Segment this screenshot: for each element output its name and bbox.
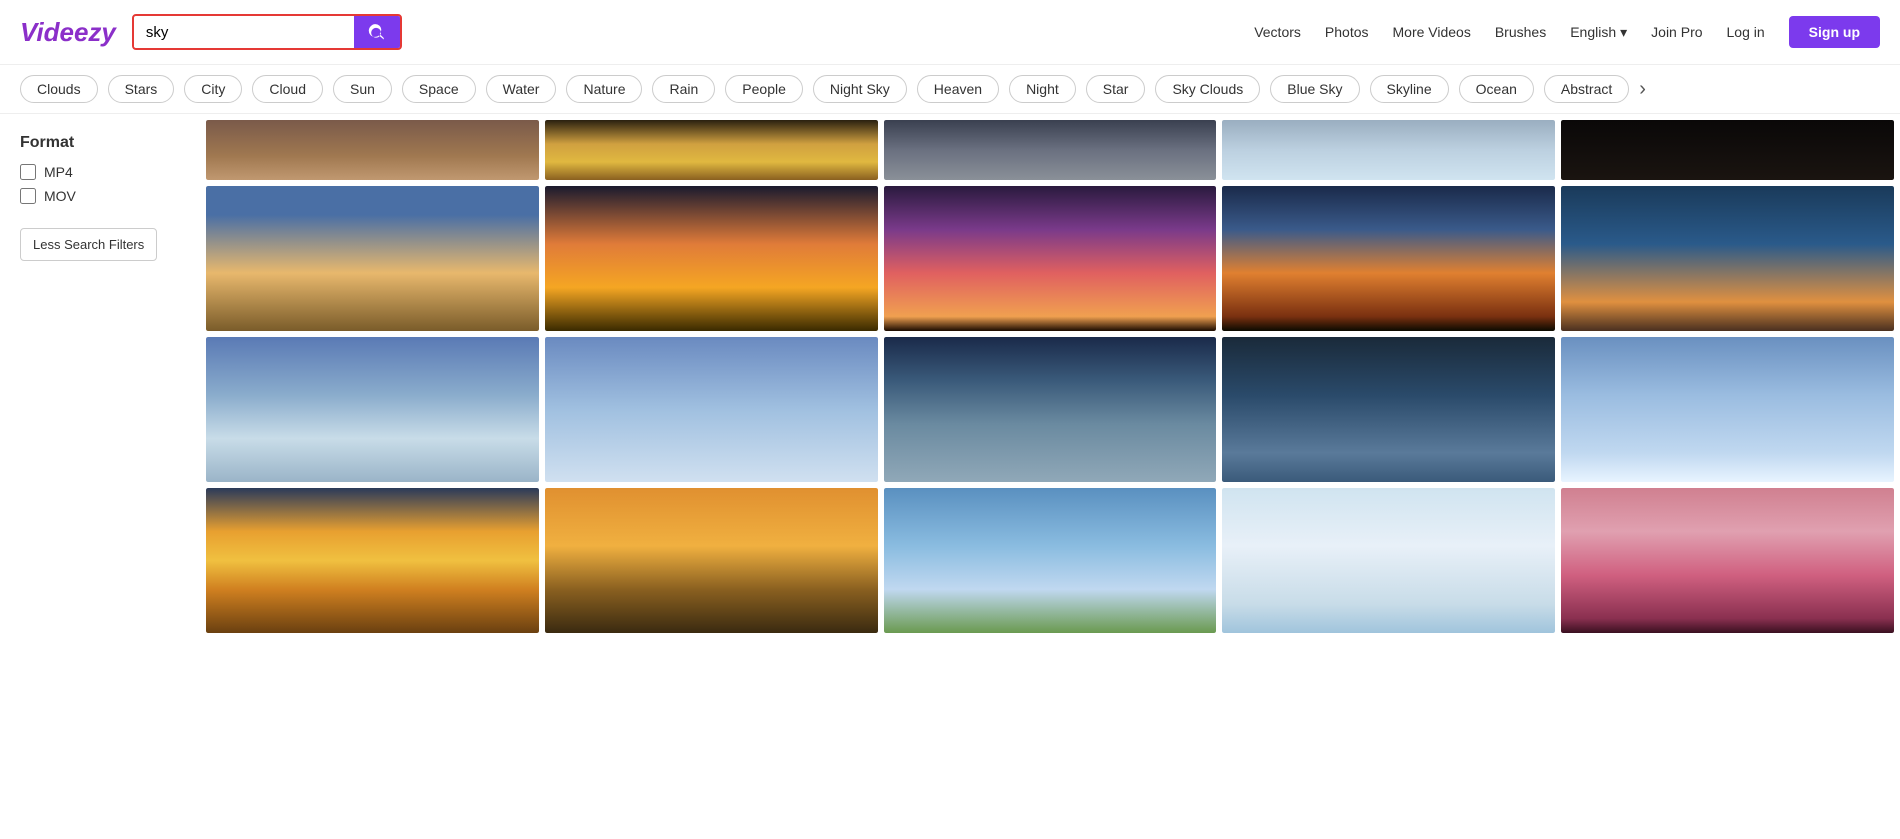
header: Videezy Vectors Photos More Videos Brush… bbox=[0, 0, 1900, 65]
tag-abstract[interactable]: Abstract bbox=[1544, 75, 1629, 103]
format-mp4-row[interactable]: MP4 bbox=[20, 164, 180, 180]
grid-item[interactable] bbox=[545, 488, 878, 633]
tag-space[interactable]: Space bbox=[402, 75, 476, 103]
grid-item[interactable] bbox=[1222, 488, 1555, 633]
grid-item[interactable] bbox=[1561, 488, 1894, 633]
format-mov-checkbox[interactable] bbox=[20, 188, 36, 204]
join-pro-button[interactable]: Join Pro bbox=[1651, 24, 1702, 40]
grid-item[interactable] bbox=[1561, 120, 1894, 180]
video-grid bbox=[200, 114, 1900, 639]
grid-item[interactable] bbox=[884, 337, 1217, 482]
tag-sun[interactable]: Sun bbox=[333, 75, 392, 103]
grid-item[interactable] bbox=[206, 488, 539, 633]
tag-ocean[interactable]: Ocean bbox=[1459, 75, 1534, 103]
grid-item[interactable] bbox=[884, 120, 1217, 180]
grid-item[interactable] bbox=[545, 120, 878, 180]
search-button[interactable] bbox=[354, 16, 400, 48]
grid-item[interactable] bbox=[206, 337, 539, 482]
format-mov-label: MOV bbox=[44, 188, 76, 204]
chevron-down-icon: ▾ bbox=[1620, 24, 1627, 41]
nav-vectors[interactable]: Vectors bbox=[1254, 24, 1301, 40]
tag-water[interactable]: Water bbox=[486, 75, 557, 103]
language-label: English bbox=[1570, 24, 1616, 40]
log-in-button[interactable]: Log in bbox=[1727, 24, 1765, 40]
grid-item[interactable] bbox=[545, 186, 878, 331]
nav-brushes[interactable]: Brushes bbox=[1495, 24, 1546, 40]
less-filters-button[interactable]: Less Search Filters bbox=[20, 228, 157, 261]
nav-photos[interactable]: Photos bbox=[1325, 24, 1369, 40]
format-mov-row[interactable]: MOV bbox=[20, 188, 180, 204]
grid-item[interactable] bbox=[884, 488, 1217, 633]
format-title: Format bbox=[20, 134, 180, 152]
grid-item[interactable] bbox=[206, 186, 539, 331]
grid-item[interactable] bbox=[1222, 337, 1555, 482]
grid-item[interactable] bbox=[206, 120, 539, 180]
tag-cloud[interactable]: Cloud bbox=[252, 75, 323, 103]
tag-people[interactable]: People bbox=[725, 75, 803, 103]
tag-blue-sky[interactable]: Blue Sky bbox=[1270, 75, 1359, 103]
tags-next-arrow[interactable]: › bbox=[1639, 78, 1646, 101]
main-nav: Vectors Photos More Videos Brushes Engli… bbox=[1254, 16, 1880, 48]
grid-item[interactable] bbox=[1561, 337, 1894, 482]
grid-item[interactable] bbox=[884, 186, 1217, 331]
language-selector[interactable]: English ▾ bbox=[1570, 24, 1627, 41]
sidebar: Format MP4 MOV Less Search Filters bbox=[0, 114, 200, 639]
tag-night[interactable]: Night bbox=[1009, 75, 1076, 103]
sign-up-button[interactable]: Sign up bbox=[1789, 16, 1880, 48]
tag-heaven[interactable]: Heaven bbox=[917, 75, 999, 103]
tag-clouds[interactable]: Clouds bbox=[20, 75, 98, 103]
search-bar bbox=[132, 14, 402, 50]
nav-more-videos[interactable]: More Videos bbox=[1393, 24, 1471, 40]
grid-item[interactable] bbox=[1222, 120, 1555, 180]
main-container: Format MP4 MOV Less Search Filters bbox=[0, 114, 1900, 639]
tag-rain[interactable]: Rain bbox=[652, 75, 715, 103]
tag-star[interactable]: Star bbox=[1086, 75, 1146, 103]
site-logo[interactable]: Videezy bbox=[20, 17, 116, 48]
grid-item[interactable] bbox=[1561, 186, 1894, 331]
tag-skyline[interactable]: Skyline bbox=[1370, 75, 1449, 103]
tag-nature[interactable]: Nature bbox=[566, 75, 642, 103]
tag-city[interactable]: City bbox=[184, 75, 242, 103]
tag-stars[interactable]: Stars bbox=[108, 75, 175, 103]
format-mp4-label: MP4 bbox=[44, 164, 73, 180]
tag-night-sky[interactable]: Night Sky bbox=[813, 75, 907, 103]
grid-item[interactable] bbox=[1222, 186, 1555, 331]
grid-item[interactable] bbox=[545, 337, 878, 482]
tag-sky-clouds[interactable]: Sky Clouds bbox=[1155, 75, 1260, 103]
tags-bar: Clouds Stars City Cloud Sun Space Water Nature R… bbox=[0, 65, 1900, 114]
search-input[interactable] bbox=[134, 18, 354, 47]
format-mp4-checkbox[interactable] bbox=[20, 164, 36, 180]
